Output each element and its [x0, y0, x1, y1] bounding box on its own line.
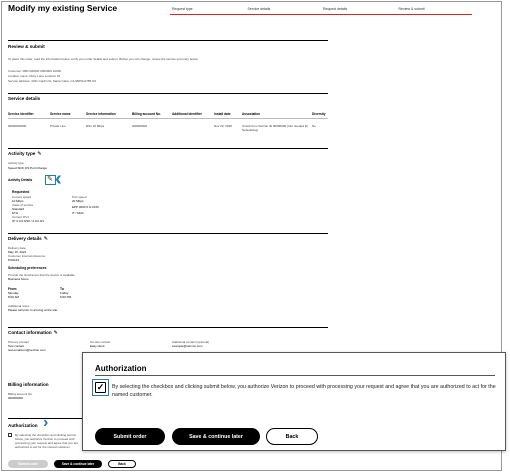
billing-heading: Billing information — [8, 382, 49, 387]
delivery-heading: Delivery details ✎ — [8, 236, 49, 242]
review-customer: Customer: 0BR 000000 0000000 L0000 — [8, 69, 62, 73]
pencil-icon[interactable]: ✎ — [37, 152, 42, 157]
progress-steps: Request type Service details Request det… — [170, 7, 472, 15]
to-time: 6:00 PM — [60, 295, 72, 299]
popup-divider — [95, 375, 495, 376]
step-service-details[interactable]: Service details — [245, 7, 321, 15]
divider — [8, 148, 328, 149]
pencil-icon[interactable]: ✎ — [54, 331, 59, 336]
activity-details-heading: Activity Details — [8, 178, 33, 182]
notes-value: Please call prior to arriving at the sit… — [8, 308, 59, 312]
col-header: Service information — [86, 112, 116, 116]
popup-back-button[interactable]: Back — [266, 428, 318, 445]
detail-value: IP: 0.0.0.0/30 / 2.0.0.0/1 — [12, 219, 45, 223]
divider — [8, 40, 328, 41]
delivery-ref: PO0123 — [8, 258, 20, 262]
service-details-heading: Service details — [8, 96, 41, 101]
divider — [8, 327, 328, 328]
table-row: 00000000000 Private Line DS1 10 Mbps 000… — [8, 124, 332, 132]
activity-type-heading: Activity type ✎ — [8, 151, 42, 157]
review-address: Service address: 4321 Cardin St, Santa C… — [8, 79, 97, 83]
cell: 000000000 — [132, 124, 148, 128]
review-intro: To place this order, read the informatio… — [8, 57, 199, 61]
cell: DS1 10 Mbps — [86, 124, 105, 128]
chevron-right-icon: › — [43, 414, 49, 431]
cell: Private Line — [50, 124, 66, 128]
activity-type-heading-text: Activity type — [8, 151, 36, 156]
divider — [8, 233, 328, 234]
page: Modify my existing Service Request type … — [0, 0, 510, 474]
contact-value: Easy client — [90, 344, 105, 348]
pencil-icon[interactable]: ✎ — [44, 237, 49, 242]
activity-type-value: Speed Shift: DS Port Change — [8, 166, 48, 170]
cell: Nov 22, 2018 — [214, 124, 232, 128]
billing-value: 000000000 — [8, 396, 24, 400]
col-header: Install date — [214, 112, 231, 116]
service-table-header: Service identifier Service name Service … — [8, 112, 332, 116]
requested-heading: Requested — [12, 190, 30, 194]
check-icon: ✓ — [96, 382, 105, 392]
cell: Circuit from Verizon ID 00000000 (Info n… — [242, 124, 309, 132]
detail-value: IT / Multi — [72, 211, 84, 215]
cell: No — [312, 124, 316, 128]
detail-value: EPP 0000 5 G.CFM — [72, 205, 99, 209]
col-header: Diversity — [312, 112, 326, 116]
col-header: Billing account No. — [132, 112, 161, 116]
col-header: Service identifier — [8, 112, 34, 116]
contact-heading-text: Contact information — [8, 330, 52, 335]
back-button[interactable]: Back — [108, 460, 136, 468]
from-time: 8:00 AM — [8, 295, 20, 299]
col-header: Association — [242, 112, 261, 116]
step-request-details[interactable]: Request details — [321, 7, 397, 15]
popup-authorization-text: By selecting the checkbox and clicking s… — [112, 384, 496, 398]
pencil-icon[interactable]: ✎ — [47, 176, 53, 184]
popup-save-continue-button[interactable]: Save & continue later — [172, 428, 260, 445]
popup-submit-order-button[interactable]: Submit order — [95, 428, 165, 445]
scheduling-value: Business hours — [8, 277, 29, 281]
review-location: Location name: Ruby Lane Location 01 — [8, 74, 61, 78]
save-continue-button[interactable]: Save & continue later — [54, 460, 102, 468]
detail-value: 20 Mbps — [72, 199, 84, 203]
contact-email: test.emailcom@verizon.com — [8, 348, 46, 352]
table-divider — [8, 118, 328, 119]
col-header: Additional identifier — [172, 112, 202, 116]
divider — [8, 93, 328, 94]
col-header: Service name — [50, 112, 71, 116]
submit-order-button[interactable]: Submit order — [8, 460, 48, 468]
step-review-submit[interactable]: Review & submit — [396, 7, 472, 15]
authorization-heading: Authorization — [8, 423, 38, 428]
page-title: Modify my existing Service — [8, 3, 118, 13]
step-request-type[interactable]: Request type — [170, 7, 246, 15]
activity-type-label: Activity type — [8, 161, 25, 165]
popup-title: Authorization — [95, 364, 147, 373]
contact-value: example@verizon.com — [172, 344, 203, 348]
contact-heading: Contact information ✎ — [8, 330, 59, 336]
authorization-text: By selecting the checkbox and clicking s… — [15, 433, 79, 449]
scheduling-heading: Scheduling preferences — [8, 266, 47, 270]
authorization-checkbox[interactable] — [8, 433, 12, 437]
cell: 00000000000 — [8, 124, 27, 128]
chevron-left-icon: ‹ — [55, 168, 62, 190]
authorization-callout: Authorization ✓ By selecting the checkbo… — [82, 352, 506, 451]
cell — [172, 124, 214, 132]
review-heading: Review & submit — [8, 44, 45, 49]
delivery-heading-text: Delivery details — [8, 236, 42, 241]
authorize-checkbox[interactable]: ✓ — [95, 382, 106, 393]
